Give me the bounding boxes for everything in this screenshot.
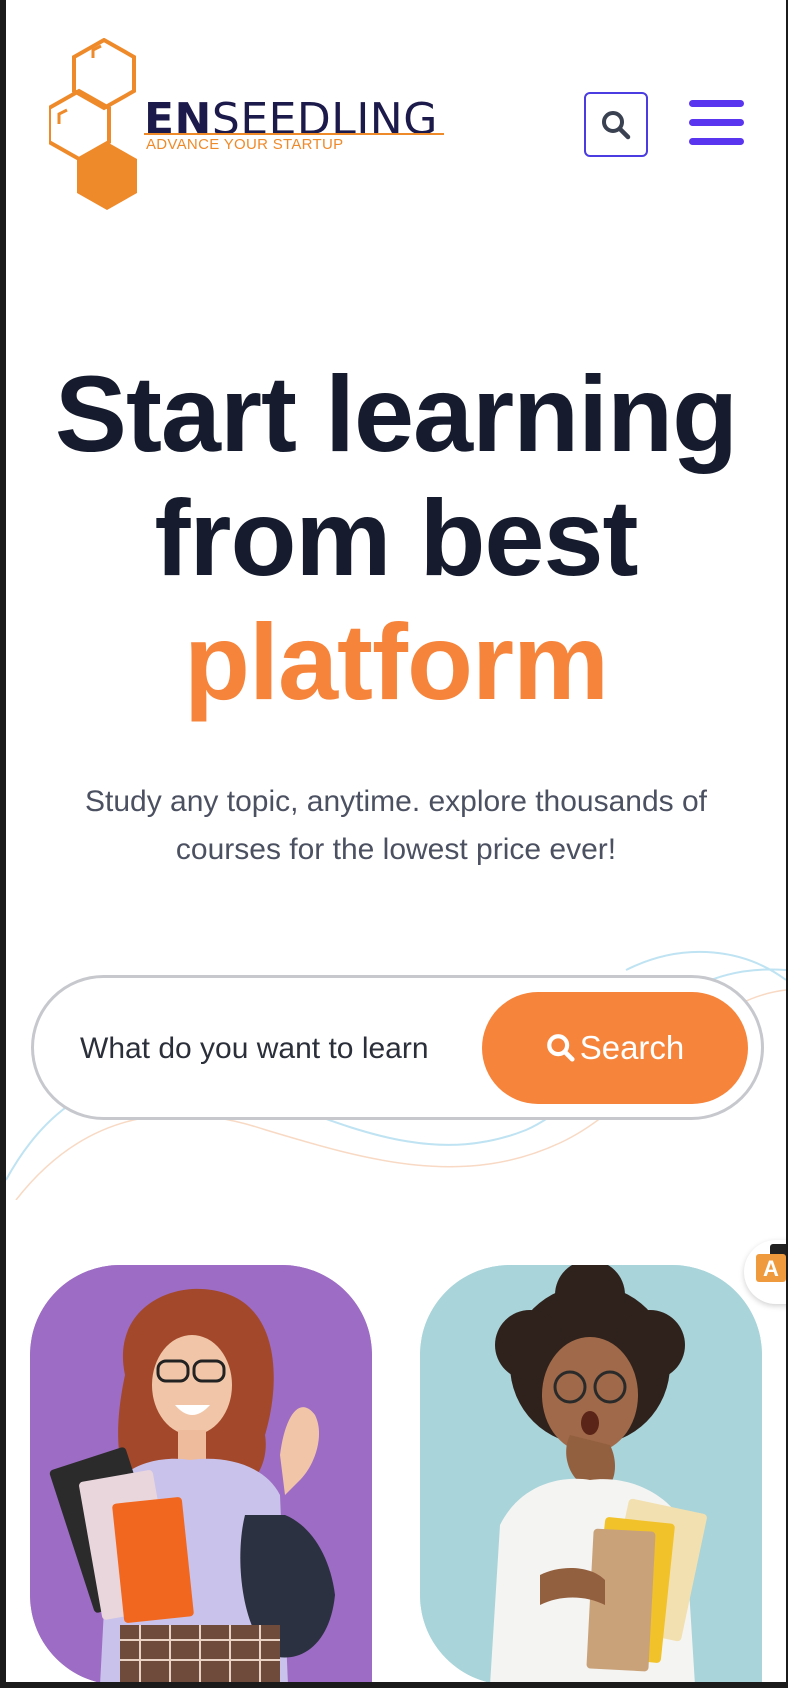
search-icon xyxy=(602,110,631,139)
brand-logo[interactable]: ENSEEDLING ADVANCE YOUR STARTUP xyxy=(49,38,444,216)
student-photo xyxy=(420,1265,762,1682)
brand-underline xyxy=(144,133,444,135)
hero-title-accent: platform xyxy=(184,601,609,722)
hexagon-logo-icon xyxy=(49,38,137,210)
hero-title: Start learning from best platform xyxy=(6,352,786,724)
brand-tagline: ADVANCE YOUR STARTUP xyxy=(146,136,344,153)
hero-subtitle: Study any topic, anytime. explore thousa… xyxy=(84,785,708,866)
page: ENSEEDLING ADVANCE YOUR STARTUP Start le… xyxy=(6,0,786,1682)
header-search-button[interactable] xyxy=(584,92,648,157)
hamburger-menu-icon[interactable] xyxy=(689,100,744,148)
search-input[interactable] xyxy=(78,1018,472,1080)
course-search-bar: Search xyxy=(31,975,764,1120)
student-photo-card xyxy=(420,1265,762,1682)
translate-icon: A xyxy=(756,1254,786,1282)
student-photo-card xyxy=(30,1265,372,1682)
student-photo xyxy=(30,1265,372,1682)
search-button[interactable]: Search xyxy=(482,992,748,1104)
search-icon xyxy=(546,1034,575,1062)
search-button-label: Search xyxy=(579,1029,685,1066)
